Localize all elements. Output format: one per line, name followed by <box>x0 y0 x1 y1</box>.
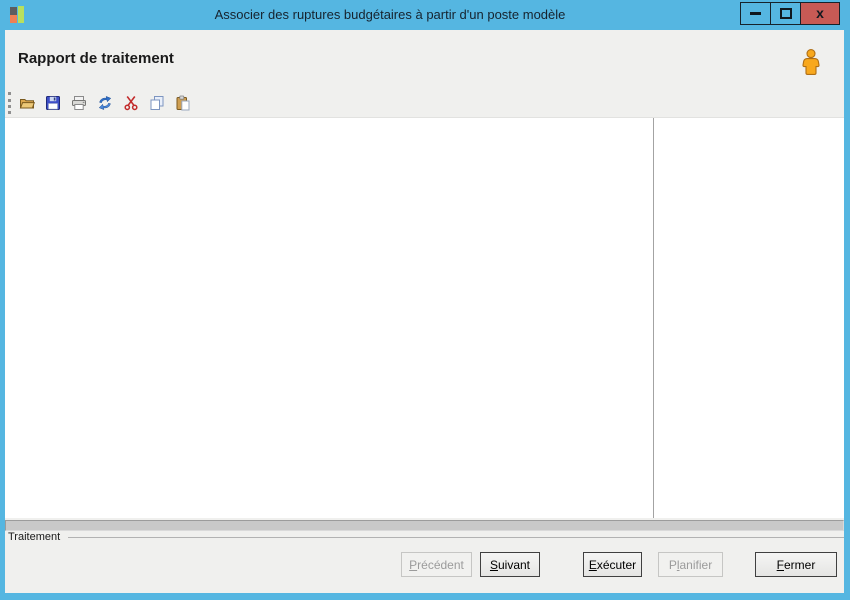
button-label: Précédent <box>409 557 464 572</box>
report-area <box>5 117 844 518</box>
maximize-button[interactable] <box>770 3 800 24</box>
person-icon <box>802 49 820 75</box>
progress-bar <box>5 520 844 531</box>
print-button[interactable] <box>71 95 87 111</box>
dialog-window: Associer des ruptures budgétaires à part… <box>0 0 850 600</box>
close-button[interactable]: x <box>800 3 839 24</box>
maximize-icon <box>779 8 792 19</box>
cut-icon <box>124 96 138 111</box>
print-icon <box>72 96 86 110</box>
button-label: Suivant <box>489 557 531 572</box>
groupbox-label: Traitement <box>8 531 61 543</box>
open-folder-button[interactable] <box>19 95 35 111</box>
paste-icon <box>176 95 190 111</box>
button-label: Planifier <box>668 557 713 572</box>
precedent-button: Précédent <box>401 552 472 577</box>
toolbar-drag-handle[interactable] <box>8 92 11 114</box>
paste-button[interactable] <box>175 95 191 111</box>
button-label: Fermer <box>776 557 816 572</box>
titlebar[interactable]: Associer des ruptures budgétaires à part… <box>0 0 850 30</box>
refresh-icon <box>98 95 112 111</box>
folder-icon <box>19 99 35 109</box>
planifier-button: Planifier <box>658 552 723 577</box>
copy-icon <box>150 96 164 110</box>
window-title: Associer des ruptures budgétaires à part… <box>214 7 566 22</box>
copy-button[interactable] <box>149 95 165 111</box>
minimize-button[interactable] <box>741 3 770 24</box>
refresh-button[interactable] <box>97 95 113 111</box>
toolbar <box>19 94 191 112</box>
page-title: Rapport de traitement <box>18 50 174 67</box>
window-controls: x <box>740 2 840 25</box>
pane-divider <box>653 118 654 518</box>
fermer-button[interactable]: Fermer <box>755 552 837 577</box>
client-area: Rapport de traitement Traitement Précéde… <box>5 30 844 593</box>
executer-button[interactable]: Exécuter <box>583 552 642 577</box>
groupbox-border <box>68 537 844 538</box>
app-logo-icon <box>10 6 24 23</box>
button-label: Exécuter <box>588 557 637 572</box>
suivant-button[interactable]: Suivant <box>480 552 540 577</box>
save-button[interactable] <box>45 95 61 111</box>
save-icon <box>46 96 60 110</box>
close-icon: x <box>816 4 824 21</box>
cut-button[interactable] <box>123 95 139 111</box>
minimize-icon <box>750 12 761 15</box>
